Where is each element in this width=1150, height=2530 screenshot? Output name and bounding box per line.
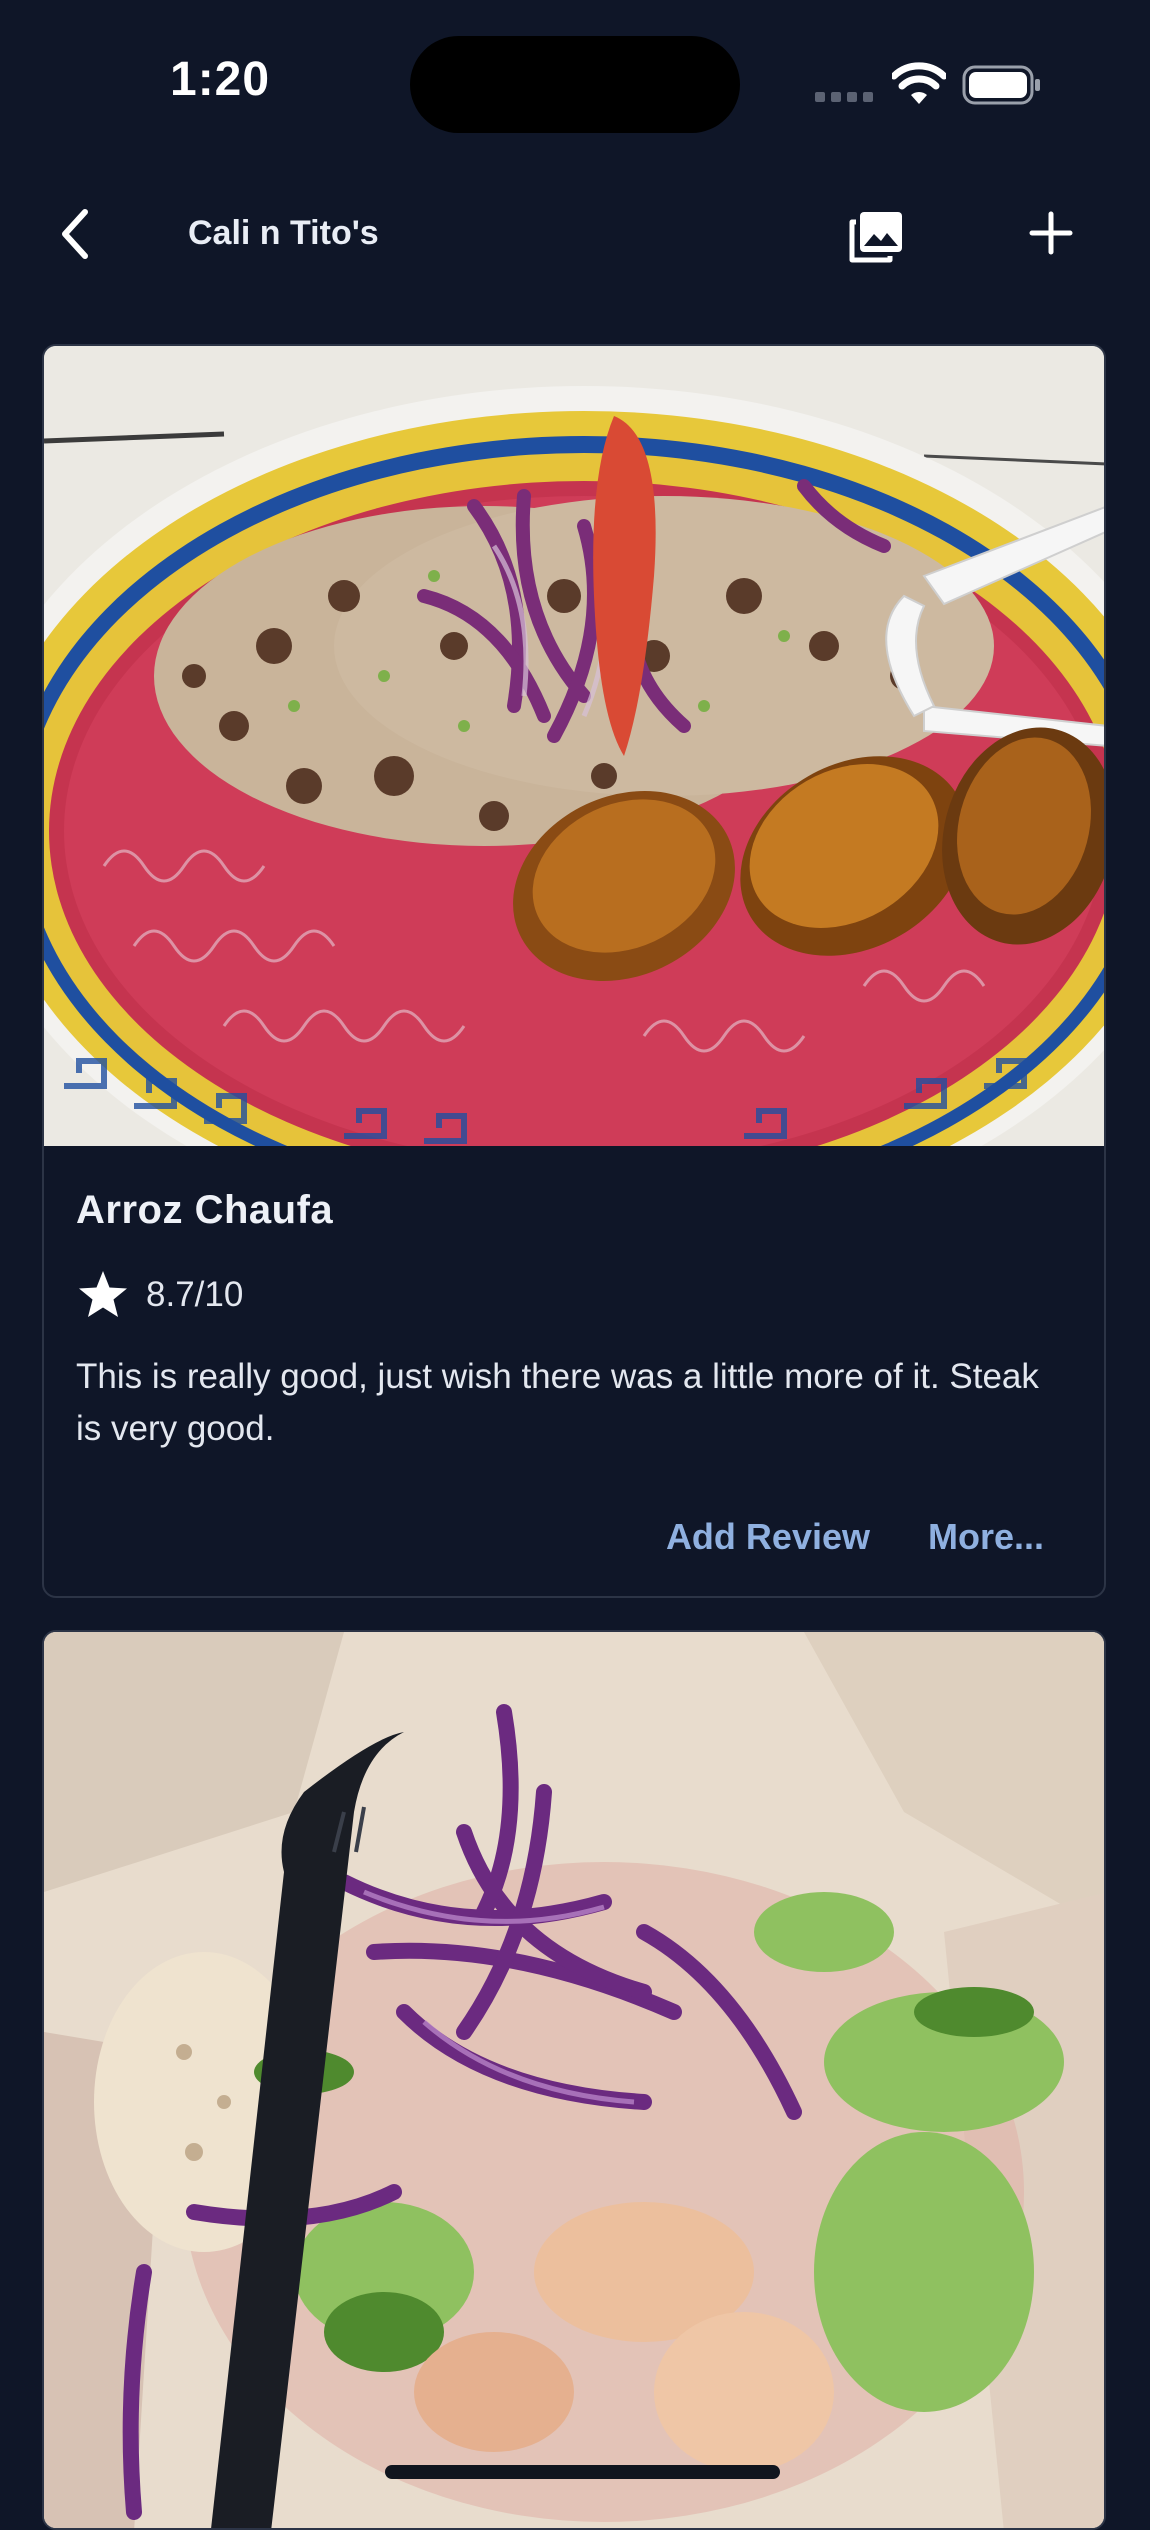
photo-library-icon[interactable]	[846, 206, 906, 266]
navigation-bar: Cali n Tito's	[0, 180, 1150, 290]
rating-row: 8.7/10	[76, 1267, 1072, 1323]
plus-icon[interactable]	[1024, 206, 1078, 260]
more-button[interactable]: More...	[928, 1516, 1044, 1558]
dish-card[interactable]	[42, 1630, 1106, 2530]
home-indicator	[385, 2465, 780, 2479]
page-title: Cali n Tito's	[188, 214, 379, 252]
dish-photo[interactable]	[44, 346, 1104, 1146]
star-icon	[79, 1271, 127, 1317]
status-time: 1:20	[170, 53, 271, 106]
chevron-left-icon	[62, 209, 88, 259]
cellular-signal-icon	[815, 92, 875, 102]
status-bar: 1:20	[0, 0, 1150, 170]
dish-card[interactable]: Arroz Chaufa 8.7/10 This is really good,…	[42, 344, 1106, 1598]
rating-value: 8.7/10	[146, 1275, 244, 1314]
dish-photo-image	[44, 346, 1104, 1146]
battery-icon	[962, 65, 1040, 105]
wifi-icon	[892, 62, 946, 104]
dish-photo-image	[44, 1632, 1104, 2528]
dish-name: Arroz Chaufa	[76, 1188, 334, 1232]
dynamic-island	[410, 36, 740, 133]
card-actions: Add Review More...	[666, 1516, 1044, 1558]
back-button[interactable]	[48, 204, 100, 264]
review-text: This is really good, just wish there was…	[76, 1357, 1039, 1448]
add-review-button[interactable]: Add Review	[666, 1516, 870, 1558]
dish-photo[interactable]	[44, 1632, 1104, 2528]
